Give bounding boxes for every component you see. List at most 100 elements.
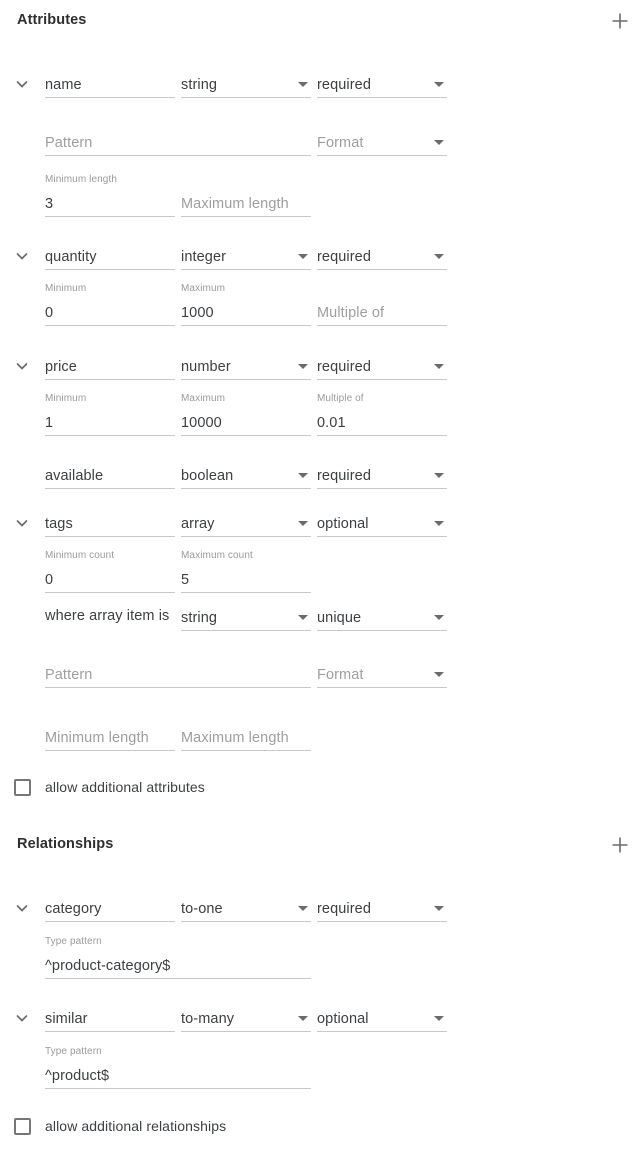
attribute-detail-row-tags-item: where array item is string unique (0, 601, 643, 641)
attribute-row-name: name string required (0, 68, 643, 108)
chevron-down-icon (434, 1016, 444, 1021)
min-count-label: Minimum count (45, 550, 115, 561)
attribute-type-select-price[interactable]: number (181, 350, 311, 380)
attribute-row-available: available boolean required (0, 459, 643, 499)
expand-collapse-chevron-price[interactable] (15, 359, 29, 373)
min-count-input-tags[interactable]: Minimum count 0 (45, 550, 175, 593)
expand-collapse-chevron-name[interactable] (15, 77, 29, 91)
relationship-name-value: category (45, 901, 102, 917)
relationship-cardinality-value: to-many (181, 1011, 235, 1027)
min-length-input-name[interactable]: Minimum length 3 (45, 174, 175, 217)
attribute-type-select-available[interactable]: boolean (181, 459, 311, 489)
chevron-down-icon (16, 905, 28, 912)
chevron-down-icon (434, 473, 444, 478)
attribute-type-select-tags[interactable]: array (181, 507, 311, 537)
chevron-down-icon (16, 253, 28, 260)
attribute-presence-select-available[interactable]: required (317, 459, 447, 489)
relationship-presence-value: optional (317, 1011, 369, 1027)
attribute-type-value: number (181, 359, 231, 375)
chevron-down-icon (16, 1015, 28, 1022)
array-item-uniqueness-value: unique (317, 610, 362, 626)
attribute-name-value: name (45, 77, 82, 93)
chevron-down-icon (16, 520, 28, 527)
maximum-input-price[interactable]: Maximum 10000 (181, 393, 311, 436)
relationship-cardinality-select-similar[interactable]: to-many (181, 1002, 311, 1032)
attribute-type-value: boolean (181, 468, 234, 484)
chevron-down-icon (298, 473, 308, 478)
multiple-of-input-quantity[interactable]: Multiple of (317, 296, 447, 326)
array-item-format-select-tags[interactable]: Format (317, 658, 447, 688)
maximum-input-quantity[interactable]: Maximum 1000 (181, 283, 311, 326)
allow-additional-relationships-label: allow additional relationships (45, 1118, 227, 1134)
attribute-name-input-quantity[interactable]: quantity (45, 240, 175, 270)
attribute-type-select-name[interactable]: string (181, 68, 311, 98)
add-attribute-button[interactable] (606, 7, 634, 35)
attributes-section-header: Attributes (0, 0, 643, 42)
type-pattern-input-similar[interactable]: Type pattern ^product$ (45, 1046, 311, 1089)
max-count-label: Maximum count (181, 550, 253, 561)
relationship-presence-select-similar[interactable]: optional (317, 1002, 447, 1032)
format-placeholder: Format (317, 135, 364, 151)
minimum-input-quantity[interactable]: Minimum 0 (45, 283, 175, 326)
chevron-down-icon (434, 672, 444, 677)
minimum-label: Minimum (45, 393, 87, 404)
allow-additional-attributes-checkbox[interactable] (14, 779, 31, 796)
attribute-type-select-quantity[interactable]: integer (181, 240, 311, 270)
format-select-name[interactable]: Format (317, 126, 447, 156)
relationship-presence-value: required (317, 901, 371, 917)
allow-additional-relationships-checkbox[interactable] (14, 1118, 31, 1135)
chevron-down-icon (16, 81, 28, 88)
plus-icon (612, 13, 628, 29)
allow-additional-relationships-row[interactable]: allow additional relationships (0, 1118, 643, 1142)
attribute-row-price: price number required (0, 350, 643, 390)
relationship-presence-select-category[interactable]: required (317, 892, 447, 922)
multiple-of-label: Multiple of (317, 393, 364, 404)
array-item-min-length-input-tags[interactable]: Minimum length (45, 721, 175, 751)
allow-additional-attributes-row[interactable]: allow additional attributes (0, 779, 643, 803)
expand-collapse-chevron-similar[interactable] (15, 1011, 29, 1025)
chevron-down-icon (298, 82, 308, 87)
relationship-cardinality-value: to-one (181, 901, 223, 917)
relationships-title: Relationships (17, 836, 114, 852)
pattern-placeholder: Pattern (45, 667, 93, 683)
attribute-presence-select-price[interactable]: required (317, 350, 447, 380)
type-pattern-input-category[interactable]: Type pattern ^product-category$ (45, 936, 311, 979)
attribute-name-input-tags[interactable]: tags (45, 507, 175, 537)
array-item-max-length-input-tags[interactable]: Maximum length (181, 721, 311, 751)
max-length-input-name[interactable]: Maximum length (181, 187, 311, 217)
attribute-detail-row-price-range: Minimum 1 Maximum 10000 Multiple of 0.01 (0, 393, 643, 446)
relationship-cardinality-select-category[interactable]: to-one (181, 892, 311, 922)
attribute-presence-value: optional (317, 516, 369, 532)
add-relationship-button[interactable] (606, 831, 634, 859)
attribute-presence-select-quantity[interactable]: required (317, 240, 447, 270)
max-length-placeholder: Maximum length (181, 196, 289, 212)
multiple-of-input-price[interactable]: Multiple of 0.01 (317, 393, 447, 436)
expand-collapse-chevron-quantity[interactable] (15, 249, 29, 263)
relationship-detail-row-category: Type pattern ^product-category$ (0, 936, 643, 989)
array-item-type-value: string (181, 610, 218, 626)
minimum-value: 0 (45, 305, 54, 321)
minimum-input-price[interactable]: Minimum 1 (45, 393, 175, 436)
relationship-name-input-similar[interactable]: similar (45, 1002, 175, 1032)
attribute-type-value: string (181, 77, 218, 93)
attribute-presence-value: required (317, 359, 371, 375)
max-count-input-tags[interactable]: Maximum count 5 (181, 550, 311, 593)
array-item-pattern-input-tags[interactable]: Pattern (45, 658, 311, 688)
attribute-presence-select-name[interactable]: required (317, 68, 447, 98)
attribute-name-input-name[interactable]: name (45, 68, 175, 98)
array-item-type-select-tags[interactable]: string (181, 601, 311, 631)
relationship-name-input-category[interactable]: category (45, 892, 175, 922)
attribute-name-input-price[interactable]: price (45, 350, 175, 380)
attribute-row-tags: tags array optional (0, 507, 643, 547)
attribute-presence-select-tags[interactable]: optional (317, 507, 447, 537)
array-item-uniqueness-select-tags[interactable]: unique (317, 601, 447, 631)
attribute-name-input-available[interactable]: available (45, 459, 175, 489)
pattern-input-name[interactable]: Pattern (45, 126, 311, 156)
type-pattern-label: Type pattern (45, 1046, 102, 1057)
expand-collapse-chevron-tags[interactable] (15, 516, 29, 530)
attribute-row-quantity: quantity integer required (0, 240, 643, 280)
expand-collapse-chevron-category[interactable] (15, 901, 29, 915)
chevron-down-icon (16, 363, 28, 370)
attribute-name-value: quantity (45, 249, 97, 265)
page-title: Attributes (17, 12, 87, 28)
